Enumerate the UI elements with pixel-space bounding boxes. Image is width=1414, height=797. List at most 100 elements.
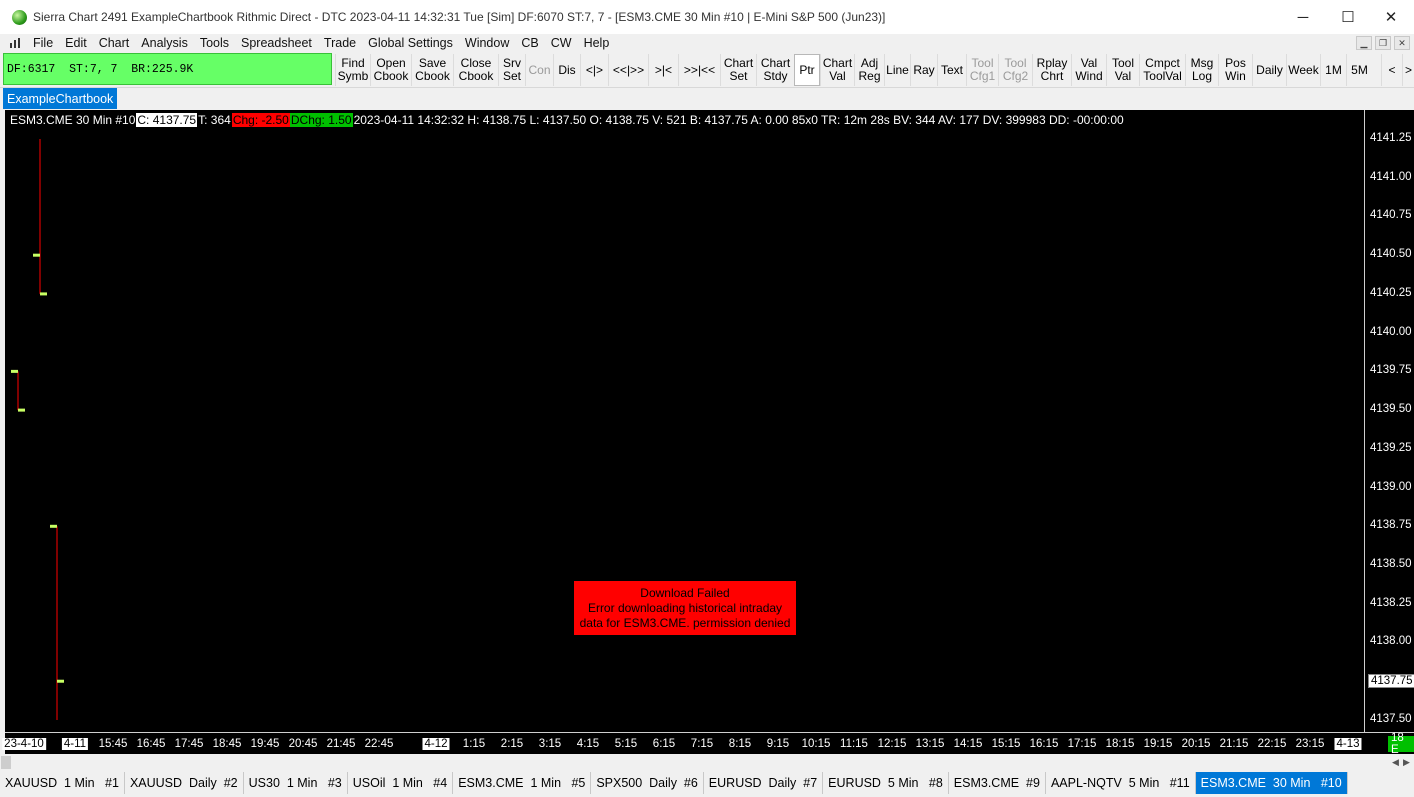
toolbar-button-ray[interactable]: Ray — [910, 54, 937, 86]
ohlc-bar[interactable] — [50, 524, 64, 720]
toolbar-button-text[interactable]: Text — [937, 54, 966, 86]
menu-file[interactable]: File — [27, 36, 59, 50]
scroll-left-arrow-icon[interactable]: ◀ — [1392, 757, 1399, 768]
menu-cb[interactable]: CB — [515, 36, 544, 50]
chart-tab[interactable]: EURUSD 5 Min #8 — [823, 772, 949, 794]
toolbar-button-srv-set[interactable]: Srv Set — [498, 54, 525, 86]
toolbar-button-rplay-chrt[interactable]: Rplay Chrt — [1032, 54, 1071, 86]
chart-tab[interactable]: USOil 1 Min #4 — [348, 772, 454, 794]
chart-menu-icon[interactable] — [9, 37, 23, 49]
close-button[interactable]: ✕ — [1368, 0, 1414, 34]
menu-help[interactable]: Help — [578, 36, 616, 50]
toolbar-button-label: > — [1404, 62, 1412, 77]
price-tick-label: 4137.75 — [1368, 674, 1414, 689]
menu-cw[interactable]: CW — [545, 36, 578, 50]
menu-tools[interactable]: Tools — [194, 36, 235, 50]
chart-tab[interactable]: XAUUSD Daily #2 — [125, 772, 244, 794]
toolbar-button-val-wind[interactable]: Val Wind — [1071, 54, 1106, 86]
toolbar-button-1m[interactable]: 1M — [1320, 54, 1346, 86]
time-tick-label: 22:45 — [364, 738, 394, 750]
time-tick-label: 22:15 — [1257, 738, 1287, 750]
toolbar-button-find-symb[interactable]: Find Symb — [335, 54, 370, 86]
menu-edit[interactable]: Edit — [59, 36, 93, 50]
price-tick-label: 4139.25 — [1370, 441, 1412, 454]
chart-window[interactable]: ESM3.CME 30 Min #10 C: 4137.75 T: 364 Ch… — [2, 110, 1414, 756]
chartbook-tab[interactable]: ExampleChartbook — [3, 88, 118, 109]
toolbar-button-nav[interactable]: <|> — [580, 54, 608, 86]
price-tick-label: 4141.25 — [1370, 132, 1412, 144]
toolbar-button-sublabel: Val — [829, 69, 846, 83]
toolbar-button-msg-log[interactable]: Msg Log — [1185, 54, 1218, 86]
menu-spreadsheet[interactable]: Spreadsheet — [235, 36, 318, 50]
toolbar-button-week[interactable]: Week — [1286, 54, 1320, 86]
toolbar-button-label: Con — [528, 62, 551, 77]
toolbar-button-label: 5M — [1351, 62, 1368, 77]
mdi-minimize-button[interactable]: ▁ — [1356, 36, 1372, 50]
mdi-close-button[interactable]: ✕ — [1394, 36, 1410, 50]
price-axis[interactable]: 4141.25 4141.00 4140.75 4140.50 4140.25 4140.… — [1364, 110, 1414, 732]
toolbar-button-sublabel: Val — [1114, 69, 1132, 83]
toolbar-button-5m[interactable]: 5M — [1346, 54, 1372, 86]
toolbar-button-label: Daily — [1256, 62, 1283, 77]
menu-global-settings[interactable]: Global Settings — [362, 36, 459, 50]
toolbar-button-chart-set[interactable]: Chart Set — [720, 54, 756, 86]
control-bar: DF:6317 ST:7, 7 BR:225.9K Find Symb Open Cb… — [0, 52, 1414, 88]
chart-tab[interactable]: XAUUSD 1 Min #1 — [0, 772, 125, 794]
toolbar-button-nav[interactable]: >>|<< — [678, 54, 720, 86]
menu-trade[interactable]: Trade — [318, 36, 362, 50]
time-tick-label: 10:15 — [801, 738, 831, 750]
price-plot[interactable] — [5, 110, 1364, 732]
menu-window[interactable]: Window — [459, 36, 515, 50]
horizontal-scrollbar[interactable]: ◀ ▶ — [0, 754, 1414, 771]
toolbar-button-nav[interactable]: <<|>> — [608, 54, 648, 86]
chart-tab-bar: XAUUSD 1 Min #1 XAUUSD Daily #2 US30 1 Min… — [0, 771, 1414, 795]
scrollbar-thumb[interactable] — [1, 756, 11, 769]
toolbar-button-line[interactable]: Line — [884, 54, 910, 86]
chart-tab[interactable]: SPX500 Daily #6 — [591, 772, 704, 794]
menu-bar: File Edit Chart Analysis Tools Spreadsheet Tra… — [0, 34, 1414, 52]
maximize-button[interactable]: ☐ — [1325, 0, 1371, 34]
toolbar-button-label: Line — [886, 62, 909, 77]
mdi-restore-button[interactable]: ❐ — [1375, 36, 1391, 50]
chart-tab[interactable]: ESM3.CME 30 Min #10 — [1195, 772, 1348, 794]
toolbar-button-daily[interactable]: Daily — [1252, 54, 1286, 86]
chart-tab[interactable]: US30 1 Min #3 — [244, 772, 348, 794]
minimize-button[interactable]: ─ — [1280, 0, 1326, 34]
toolbar-button-adj-reg[interactable]: Adj Reg — [854, 54, 884, 86]
toolbar-button-nav[interactable]: < — [1381, 54, 1402, 86]
download-error-message: Download Failed Error downloading histor… — [574, 581, 796, 635]
toolbar-button-chart-val[interactable]: Chart Val — [820, 54, 854, 86]
toolbar-button-sublabel: Win — [1225, 69, 1246, 83]
toolbar-button-nav[interactable]: > — [1402, 54, 1414, 86]
info-symbol: ESM3.CME 30 Min #10 — [10, 112, 136, 127]
toolbar-button-label: 1M — [1325, 62, 1342, 77]
chart-tab[interactable]: ESM3.CME #9 — [949, 772, 1046, 794]
chart-tab[interactable]: ESM3.CME 1 Min #5 — [453, 772, 592, 794]
toolbar-button-ptr[interactable]: Ptr — [794, 54, 820, 86]
toolbar-button-pos-win[interactable]: Pos Win — [1218, 54, 1252, 86]
toolbar-button-tool-val[interactable]: Tool Val — [1106, 54, 1139, 86]
chart-tab[interactable]: AAPL-NQTV 5 Min #11 — [1046, 772, 1196, 794]
toolbar-button-chart-stdy[interactable]: Chart Stdy — [756, 54, 794, 86]
toolbar-button-cmpct-toolval[interactable]: Cmpct ToolVal — [1139, 54, 1185, 86]
toolbar-button-save-cbook[interactable]: Save Cbook — [411, 54, 453, 86]
time-tick-label: 9:15 — [766, 738, 790, 750]
ohlc-bar[interactable] — [11, 369, 25, 412]
toolbar-button-sublabel: Chrt — [1040, 69, 1064, 83]
toolbar-button-tool-cfg1[interactable]: Tool Cfg1 — [966, 54, 998, 86]
toolbar-button-label: Week — [1288, 62, 1319, 77]
toolbar-button-dis[interactable]: Dis — [553, 54, 580, 86]
toolbar-button-tool-cfg2[interactable]: Tool Cfg2 — [998, 54, 1032, 86]
ohlc-bar[interactable] — [33, 139, 47, 296]
menu-analysis[interactable]: Analysis — [135, 36, 194, 50]
scroll-right-arrow-icon[interactable]: ▶ — [1403, 757, 1410, 768]
toolbar-button-open-cbook[interactable]: Open Cbook — [370, 54, 411, 86]
toolbar-button-close-cbook[interactable]: Close Cbook — [453, 54, 498, 86]
toolbar-button-con[interactable]: Con — [525, 54, 553, 86]
chart-tab[interactable]: EURUSD Daily #7 — [704, 772, 824, 794]
toolbar-button-nav[interactable]: >|< — [648, 54, 678, 86]
menu-chart[interactable]: Chart — [93, 36, 136, 50]
time-axis[interactable]: 18 E 23-4-10 4-11 15:45 16:45 17:45 18:45 19:4… — [2, 732, 1414, 756]
toolbar-button-sublabel: Cfg1 — [969, 69, 996, 83]
error-line-2: Error downloading historical intraday — [587, 600, 783, 615]
